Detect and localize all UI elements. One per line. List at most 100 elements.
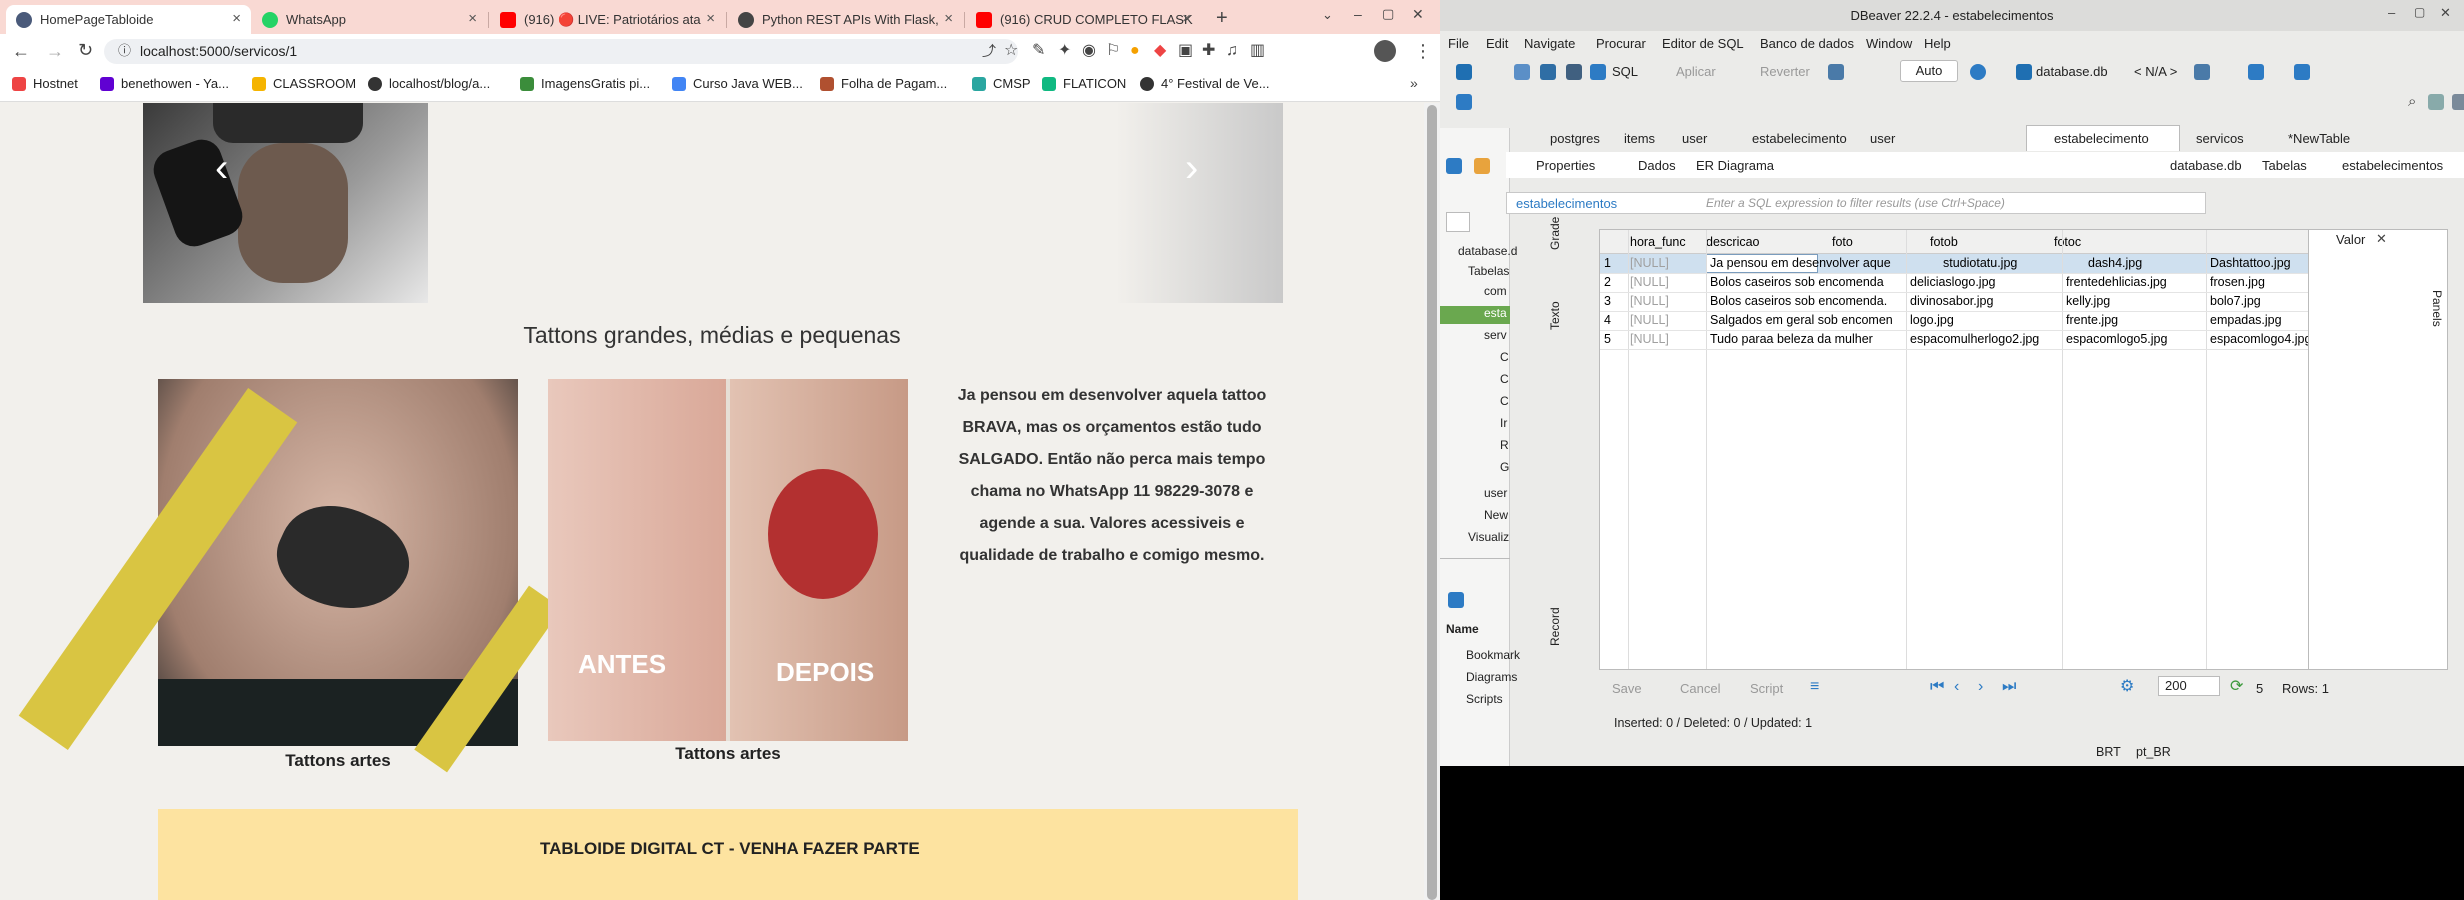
more-icon[interactable]: ⋮ [1414,42,1432,60]
table-cell[interactable]: [NULL] [1630,311,1705,330]
tree-item[interactable]: C [1500,372,1509,386]
panels-tab[interactable]: Panels [2430,290,2444,327]
navigator-icon[interactable] [1446,158,1462,174]
avatar[interactable] [1374,40,1396,62]
editor-tab-label[interactable]: estabelecimento [2054,131,2149,146]
editor-tab[interactable]: user [1870,131,1895,146]
result-grid[interactable]: hora_func descricao foto fotob fotoc 1 [… [1599,229,2309,670]
bookmark-item[interactable]: CMSP [972,76,1031,91]
scroll-thumb[interactable] [1427,105,1437,900]
back-icon[interactable]: ← [12,42,30,60]
editor-tab[interactable]: postgres [1550,131,1600,146]
tree-item[interactable]: R [1500,438,1509,452]
menu-procurar[interactable]: Procurar [1596,36,1646,51]
row-number[interactable]: 2 [1604,273,1628,292]
bookmark-item[interactable]: CLASSROOM [252,76,356,91]
table-cell[interactable]: divinosabor.jpg [1910,292,2060,311]
tree-item[interactable]: G [1500,460,1509,474]
extension-icon[interactable]: ⚐ [1106,43,1120,59]
table-cell[interactable]: [NULL] [1630,254,1705,273]
tree-item[interactable]: esta [1484,306,1507,320]
editor-tab[interactable]: estabelecimento [1752,131,1847,146]
auto-commit-select[interactable]: Auto [1900,60,1958,82]
new-tab-icon[interactable]: + [1216,8,1228,28]
breadcrumb-tables[interactable]: Tabelas [2262,158,2307,173]
tools-icon[interactable] [2294,64,2310,80]
close-icon[interactable]: × [468,10,477,27]
close-icon[interactable]: ✕ [2440,6,2451,19]
sql-editor-icon[interactable] [1590,64,1606,80]
disconnect-icon[interactable] [1540,64,1556,80]
tab-crud[interactable]: (916) CRUD COMPLETO FLASK × [966,5,1201,34]
table-cell[interactable]: frentedehlicias.jpg [2066,273,2186,292]
carousel-next-icon[interactable]: › [1185,148,1198,188]
perspective-icon[interactable] [2452,94,2464,110]
menu-navigate[interactable]: Navigate [1524,36,1575,51]
terminal-icon[interactable] [2194,64,2210,80]
tree-item[interactable]: user [1484,486,1507,500]
settings-icon[interactable]: ⚙ [2120,679,2134,695]
tab-homepage[interactable]: HomePageTabloide × [6,5,251,34]
editor-tab[interactable]: servicos [2196,131,2244,146]
new-connection-icon[interactable] [1456,64,1472,80]
revert-button[interactable]: Reverter [1760,64,1810,79]
column-header[interactable]: descricao [1706,233,1821,252]
close-icon[interactable]: × [232,10,241,27]
extension-icon[interactable]: ✦ [1058,43,1071,59]
tree-item[interactable]: C [1500,350,1509,364]
transaction-mode-icon[interactable] [1828,64,1844,80]
projects-icon[interactable] [1448,592,1464,608]
text-mode-tab[interactable]: Texto [1548,301,1562,330]
table-cell[interactable]: empadas.jpg [2210,311,2308,330]
project-item[interactable]: Diagrams [1466,670,1517,684]
last-page-icon[interactable]: ⏭ [2002,679,2016,695]
table-cell[interactable]: [NULL] [1630,273,1705,292]
address-bar[interactable]: ⓘ localhost:5000/servicos/1 ⤴ ☆ [104,39,1018,64]
menu-edit[interactable]: Edit [1486,36,1508,51]
project-item[interactable]: Scripts [1466,692,1503,706]
bookmark-item[interactable]: localhost/blog/a... [368,76,490,91]
carousel-prev-icon[interactable]: ‹ [215,148,228,188]
table-cell[interactable]: espacomlogo4.jpg [2210,330,2308,349]
table-cell[interactable]: [NULL] [1630,292,1705,311]
table-cell[interactable]: Bolos caseiros sob encomenda. [1710,292,1905,311]
fetch-size-input[interactable]: 200 [2158,676,2220,696]
incognito-icon[interactable]: ◉ [1082,43,1096,59]
table-cell[interactable]: espacomulherlogo2.jpg [1910,330,2060,349]
perspective-icon[interactable] [2428,94,2444,110]
cancel-button[interactable]: Cancel [1680,681,1720,696]
column-header[interactable]: fotoc [2054,233,2134,252]
tab-python-rest[interactable]: Python REST APIs With Flask, × [728,5,963,34]
more-bookmarks-icon[interactable]: » [1410,76,1418,90]
next-page-icon[interactable]: › [1978,679,1983,695]
bookmark-item[interactable]: Curso Java WEB... [672,76,803,91]
table-cell[interactable]: dash4.jpg [2088,254,2208,273]
menu-help[interactable]: Help [1924,36,1951,51]
history-icon[interactable] [1970,64,1986,80]
info-icon[interactable]: ⓘ [118,44,131,57]
subtab-dados[interactable]: Dados [1638,158,1676,173]
active-database[interactable]: database.db [2036,64,2108,79]
search-icon[interactable]: ⌕ [2408,94,2416,109]
row-number[interactable]: 3 [1604,292,1628,311]
subtab-er-diagram[interactable]: ER Diagrama [1696,158,1774,173]
extensions-puzzle-icon[interactable]: ✚ [1202,43,1215,59]
column-header[interactable]: hora_func [1630,233,1705,252]
close-icon[interactable]: × [706,10,715,27]
prev-page-icon[interactable]: ‹ [1954,679,1959,695]
apply-button[interactable]: Aplicar [1676,64,1716,79]
table-cell[interactable]: logo.jpg [1910,311,2060,330]
editor-tab[interactable]: user [1682,131,1707,146]
commit-icon[interactable] [1566,64,1582,80]
table-cell[interactable]: studiotatu.jpg [1943,254,2093,273]
table-cell[interactable]: deliciaslogo.jpg [1910,273,2060,292]
breadcrumb-db[interactable]: database.db [2170,158,2242,173]
tree-item[interactable]: New [1484,508,1508,522]
search-icon[interactable] [1456,94,1472,110]
share-icon[interactable]: ⤴ [982,44,996,58]
extension-icon[interactable]: ● [1130,43,1140,59]
minimize-icon[interactable]: – [1354,7,1362,21]
star-icon[interactable]: ☆ [1004,43,1018,59]
table-cell[interactable]: Bolos caseiros sob encomenda [1710,273,1905,292]
editor-tab[interactable]: items [1624,131,1655,146]
